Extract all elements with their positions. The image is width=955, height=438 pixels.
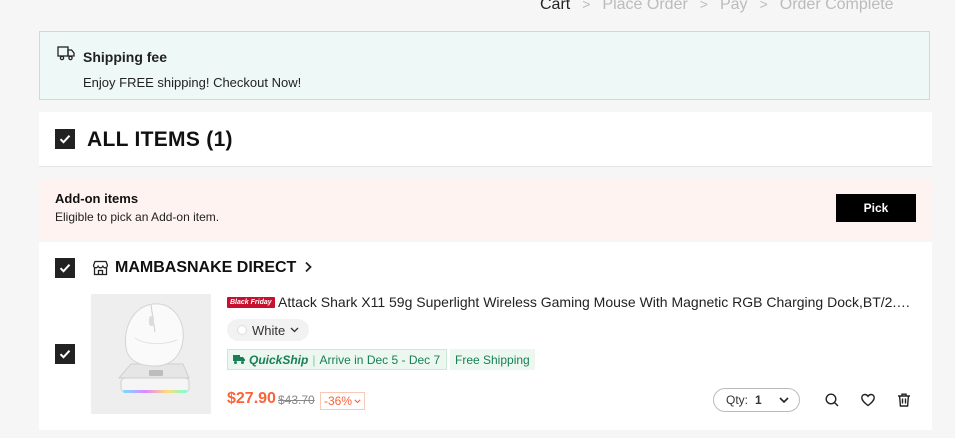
quickship-tag: QuickShip | Arrive in Dec 5 - Dec 7 (227, 349, 448, 370)
breadcrumb-step-order-complete: Order Complete (779, 0, 894, 13)
truck-icon (57, 46, 75, 61)
color-swatch-icon (237, 325, 247, 335)
addon-items-description: Eligible to pick an Add-on item. (55, 210, 220, 224)
delete-trash-icon[interactable] (896, 392, 912, 408)
shipping-fee-panel: Shipping fee Enjoy FREE shipping! Checko… (39, 31, 930, 100)
black-friday-badge: Black Friday (227, 297, 275, 308)
quickship-brand: QuickShip (249, 352, 309, 367)
addon-items-title: Add-on items (55, 191, 139, 206)
product-title-link[interactable]: Attack Shark X11 59g Superlight Wireless… (278, 294, 913, 310)
product-select-checkbox[interactable] (55, 344, 75, 364)
pick-addon-button[interactable]: Pick (836, 194, 916, 222)
select-all-checkbox[interactable] (55, 129, 75, 149)
variant-label: White (252, 322, 286, 338)
chevron-down-icon (290, 327, 299, 333)
breadcrumb-step-cart: Cart (540, 0, 571, 13)
chevron-down-icon (779, 396, 789, 403)
breadcrumb: Cart > Place Order > Pay > Order Complete (540, 0, 894, 14)
sale-price: $27.90 (227, 390, 276, 407)
store-select-checkbox[interactable] (55, 258, 75, 278)
breadcrumb-separator: > (699, 0, 708, 12)
all-items-header: ALL ITEMS (1) (39, 112, 932, 167)
store-card: MAMBASNAKE DIRECT Black Friday Attack Sh… (39, 242, 932, 430)
breadcrumb-step-pay: Pay (719, 0, 748, 13)
checkmark-icon (59, 135, 71, 144)
free-shipping-tag: Free Shipping (450, 349, 535, 370)
qty-value: 1 (755, 393, 762, 407)
discount-badge[interactable]: -36% (320, 392, 366, 410)
find-similar-icon[interactable] (824, 392, 840, 408)
quickship-arrival: Arrive in Dec 5 - Dec 7 (319, 352, 441, 367)
variant-selector[interactable]: White (227, 319, 310, 341)
shipping-fee-title: Shipping fee (83, 49, 167, 65)
addon-items-banner: Add-on items Eligible to pick an Add-on … (39, 179, 932, 240)
store-name-link[interactable]: MAMBASNAKE DIRECT (115, 259, 296, 277)
checkmark-icon (59, 350, 71, 359)
quickship-truck-icon (233, 355, 245, 364)
breadcrumb-step-place-order: Place Order (602, 0, 688, 13)
shipping-fee-message: Enjoy FREE shipping! Checkout Now! (83, 75, 302, 90)
discount-value: -36% (324, 394, 353, 408)
quantity-selector[interactable]: Qty: 1 (713, 388, 800, 412)
all-items-title: ALL ITEMS (1) (87, 128, 233, 151)
qty-label: Qty: (726, 393, 749, 407)
store-icon (92, 260, 109, 276)
product-image[interactable] (91, 294, 211, 414)
chevron-down-icon (354, 398, 361, 403)
breadcrumb-separator: > (582, 0, 591, 12)
original-price: $43.70 (278, 393, 315, 407)
breadcrumb-separator: > (759, 0, 768, 12)
chevron-right-icon[interactable] (303, 260, 313, 274)
wishlist-heart-icon[interactable] (860, 392, 876, 408)
checkmark-icon (59, 264, 71, 273)
mouse-image (91, 294, 211, 414)
